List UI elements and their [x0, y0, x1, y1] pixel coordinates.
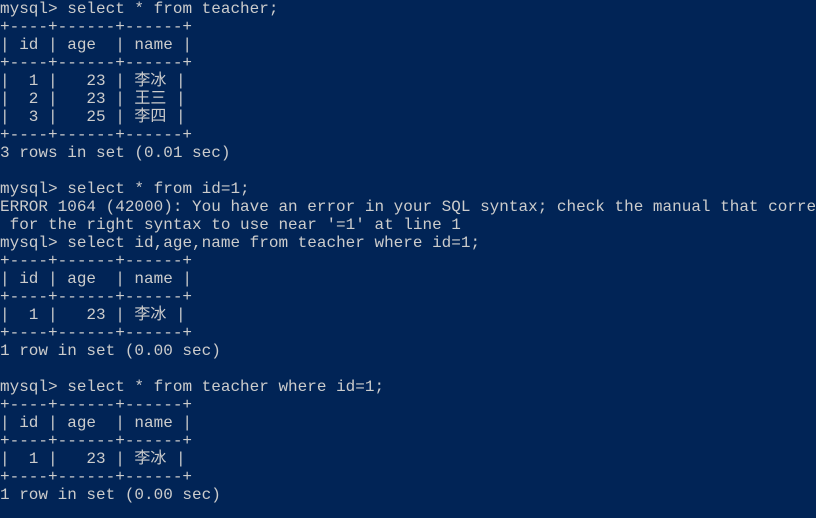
table-row: | 1 | 23 | 李冰 | [0, 72, 186, 90]
sql-command-3: select id,age,name from teacher where id… [67, 234, 480, 252]
table-border: +----+------+------+ [0, 54, 192, 72]
sql-command-4: select * from teacher where id=1; [67, 378, 384, 396]
table-header: | id | age | name | [0, 414, 192, 432]
error-line: ERROR 1064 (42000): You have an error in… [0, 198, 816, 216]
table-row: | 1 | 23 | 李冰 | [0, 450, 186, 468]
prompt: mysql> [0, 234, 67, 252]
terminal-output: mysql> select * from teacher; +----+----… [0, 0, 816, 504]
prompt: mysql> [0, 180, 67, 198]
sql-command-1: select * from teacher; [67, 0, 278, 18]
prompt: mysql> [0, 378, 67, 396]
table-border: +----+------+------+ [0, 126, 192, 144]
table-border: +----+------+------+ [0, 396, 192, 414]
table-border: +----+------+------+ [0, 288, 192, 306]
table-row: | 3 | 25 | 李四 | [0, 108, 186, 126]
error-line: for the right syntax to use near '=1' at… [0, 216, 461, 234]
table-border: +----+------+------+ [0, 252, 192, 270]
table-border: +----+------+------+ [0, 324, 192, 342]
table-row: | 1 | 23 | 李冰 | [0, 306, 186, 324]
table-header: | id | age | name | [0, 36, 192, 54]
table-border: +----+------+------+ [0, 432, 192, 450]
table-row: | 2 | 23 | 王三 | [0, 90, 186, 108]
table-border: +----+------+------+ [0, 18, 192, 36]
table-header: | id | age | name | [0, 270, 192, 288]
result-summary: 1 row in set (0.00 sec) [0, 486, 221, 504]
sql-command-2: select * from id=1; [67, 180, 249, 198]
prompt: mysql> [0, 0, 67, 18]
table-border: +----+------+------+ [0, 468, 192, 486]
result-summary: 1 row in set (0.00 sec) [0, 342, 221, 360]
result-summary: 3 rows in set (0.01 sec) [0, 144, 230, 162]
